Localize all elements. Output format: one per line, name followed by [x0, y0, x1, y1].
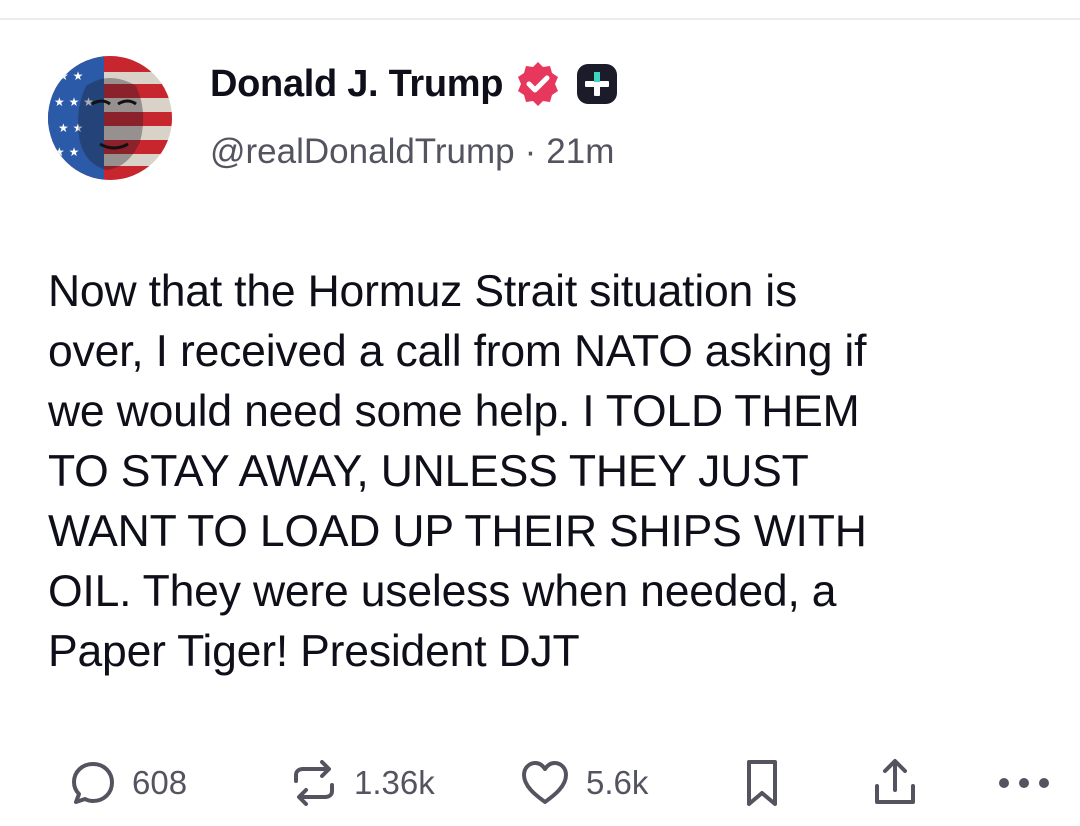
bookmark-button[interactable]	[740, 748, 784, 818]
author-handle[interactable]: @realDonaldTrump	[210, 132, 515, 172]
post-card: ★ ★ ★ ★ ★ ★ ★ ★ ★ Donald J. Trump @realD…	[0, 0, 1080, 826]
repost-button[interactable]: 1.36k	[288, 748, 435, 818]
meta-separator: ·	[524, 132, 537, 171]
repost-icon	[294, 760, 334, 806]
post-time[interactable]: 21m	[546, 132, 614, 172]
heart-icon	[522, 761, 568, 804]
name-row: Donald J. Trump	[210, 58, 1030, 110]
bookmark-icon	[747, 760, 777, 806]
post-text: Now that the Hormuz Strait situation is …	[48, 267, 867, 676]
more-button[interactable]	[996, 748, 1056, 818]
share-icon	[875, 759, 915, 804]
svg-text:★ ★: ★ ★	[54, 145, 79, 159]
post-header: Donald J. Trump @realDonaldTrump · 21m	[210, 58, 1030, 172]
plus-badge-icon	[575, 62, 619, 106]
share-button[interactable]	[870, 748, 920, 818]
like-button[interactable]: 5.6k	[518, 748, 648, 818]
reply-count: 608	[132, 764, 188, 801]
reply-button[interactable]: 608	[68, 748, 187, 818]
reply-bubble-icon	[72, 762, 114, 804]
svg-text:★ ★: ★ ★	[58, 69, 83, 83]
more-dots-icon	[999, 778, 1049, 788]
avatar-image: ★ ★ ★ ★ ★ ★ ★ ★ ★	[48, 56, 172, 180]
repost-count: 1.36k	[354, 764, 435, 801]
avatar[interactable]: ★ ★ ★ ★ ★ ★ ★ ★ ★	[48, 56, 172, 180]
action-bar: 608 1.36k 5.6k	[48, 748, 1058, 818]
author-display-name[interactable]: Donald J. Trump	[210, 63, 504, 106]
verified-badge-icon	[513, 59, 563, 109]
like-count: 5.6k	[586, 764, 649, 801]
meta-row: @realDonaldTrump · 21m	[210, 132, 1030, 172]
